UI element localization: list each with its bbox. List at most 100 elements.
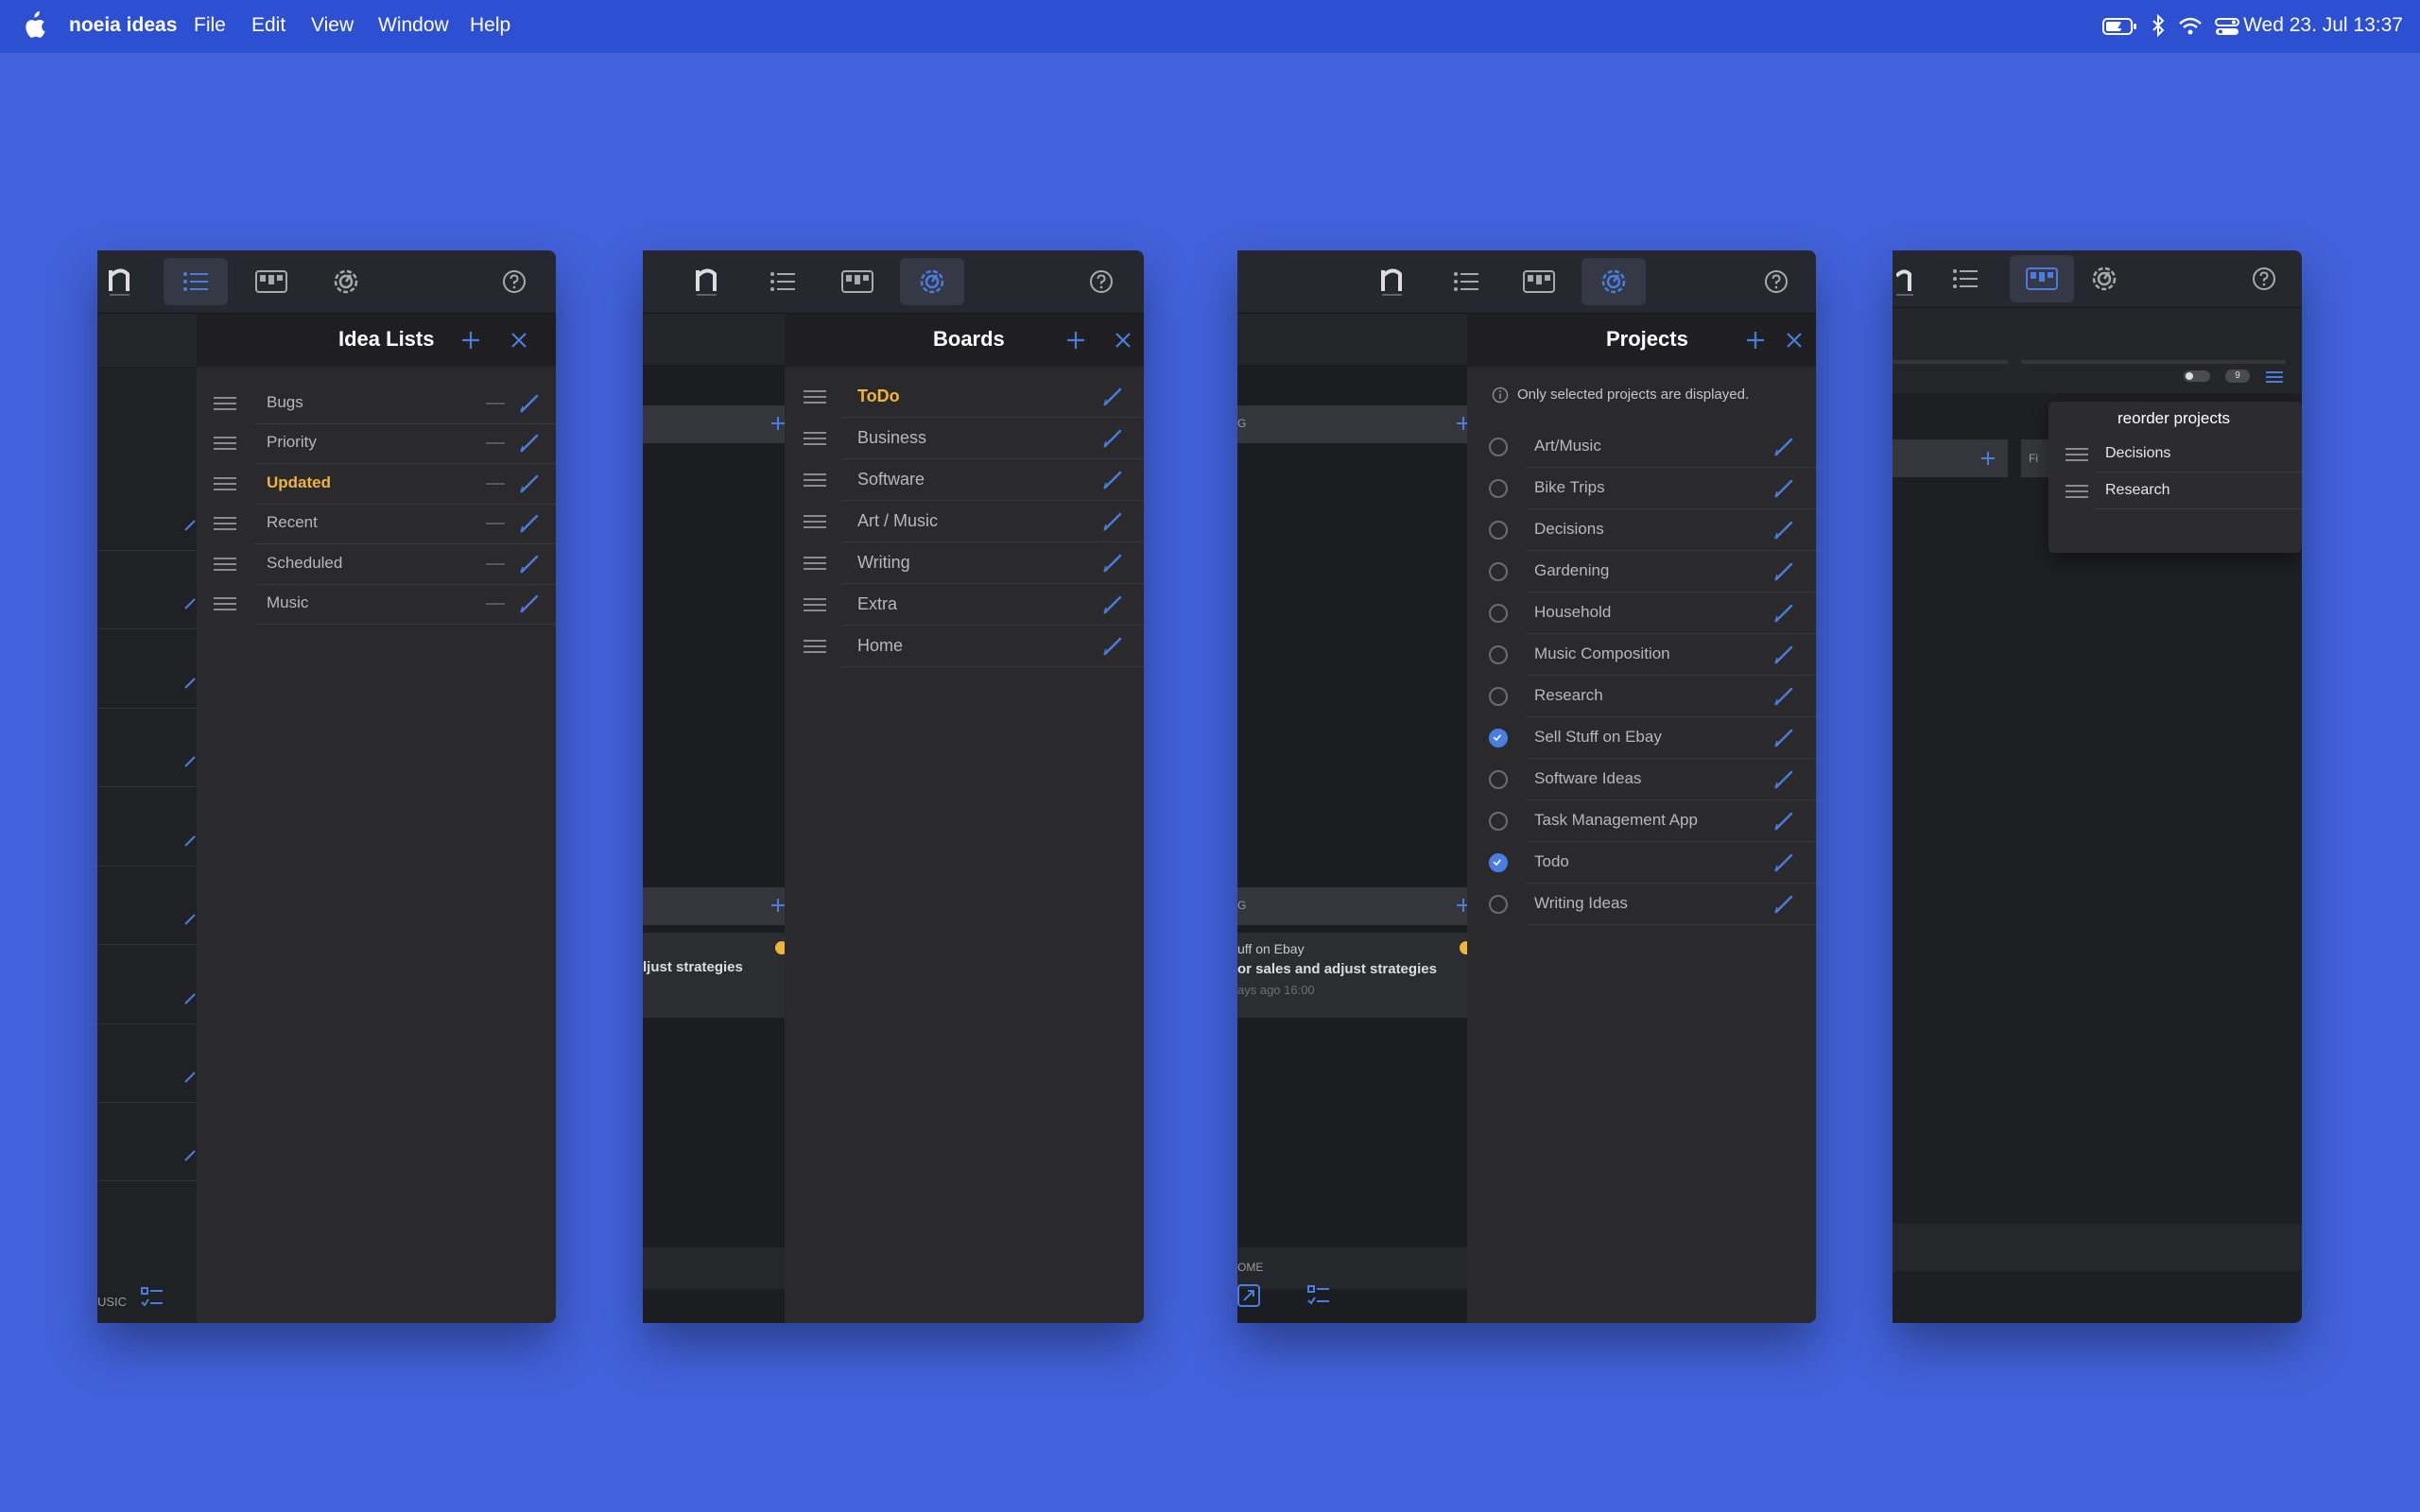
help-button[interactable] <box>1744 258 1808 305</box>
list-item[interactable]: Bike Trips <box>1467 468 1816 509</box>
list-item[interactable]: Software <box>785 459 1144 501</box>
edit-pencil-icon[interactable] <box>1102 470 1123 490</box>
list-item[interactable]: Gardening <box>1467 551 1816 593</box>
drag-handle-icon[interactable] <box>214 557 236 572</box>
add-button[interactable] <box>457 326 485 354</box>
menu-edit[interactable]: Edit <box>251 14 285 37</box>
edit-pencil-icon[interactable] <box>1773 520 1794 541</box>
tab-projects[interactable] <box>1582 258 1646 305</box>
help-button[interactable] <box>482 258 546 305</box>
list-item[interactable]: Extra <box>785 584 1144 626</box>
edit-pencil-icon[interactable] <box>519 393 540 414</box>
menu-clock[interactable]: Wed 23. Jul 13:37 <box>2243 14 2403 37</box>
background-card[interactable]: ljust strategies <box>643 933 788 1018</box>
list-item[interactable]: Research <box>1467 676 1816 717</box>
edit-pencil-icon[interactable] <box>1773 437 1794 457</box>
radio-button[interactable] <box>1489 770 1508 789</box>
edit-pencil-icon[interactable] <box>1773 603 1794 624</box>
app-menu-name[interactable]: noeia ideas <box>69 14 177 37</box>
checked-radio-icon[interactable] <box>1489 729 1508 747</box>
radio-button[interactable] <box>1489 562 1508 581</box>
edit-pencil-icon[interactable] <box>1773 686 1794 707</box>
close-button[interactable] <box>1109 326 1137 354</box>
drag-handle-icon[interactable] <box>804 389 826 404</box>
edit-pencil-icon[interactable] <box>519 554 540 575</box>
noeia-logo-icon[interactable] <box>97 258 143 305</box>
radio-button[interactable] <box>1489 521 1508 540</box>
list-item[interactable]: Priority <box>197 422 556 465</box>
list-item[interactable]: Decisions <box>2048 436 2302 472</box>
list-item[interactable]: Scheduled <box>197 543 556 585</box>
minus-icon[interactable] <box>486 442 505 445</box>
edit-pencil-icon[interactable] <box>1102 594 1123 615</box>
edit-pencil-icon[interactable] <box>1102 387 1123 407</box>
pencil-icon[interactable] <box>184 1072 196 1083</box>
drag-handle-icon[interactable] <box>804 639 826 654</box>
close-button[interactable] <box>505 326 533 354</box>
list-item[interactable]: Recent <box>197 503 556 545</box>
radio-button[interactable] <box>1489 479 1508 498</box>
bluetooth-icon[interactable] <box>2150 13 2167 40</box>
edit-pencil-icon[interactable] <box>1102 428 1123 449</box>
noeia-logo-icon[interactable] <box>1360 258 1425 305</box>
tab-idea-lists[interactable] <box>1434 258 1498 305</box>
edit-pencil-icon[interactable] <box>519 433 540 454</box>
list-item[interactable]: Business <box>785 418 1144 459</box>
control-center-icon[interactable] <box>2214 13 2240 40</box>
list-item[interactable]: Bugs <box>197 383 556 424</box>
radio-button[interactable] <box>1489 604 1508 623</box>
list-item[interactable]: ToDo <box>785 376 1144 418</box>
list-item[interactable]: Writing <box>785 542 1144 584</box>
checklist-icon[interactable] <box>141 1286 164 1309</box>
pencil-icon[interactable] <box>184 914 196 925</box>
tab-boards[interactable] <box>825 258 890 305</box>
radio-button[interactable] <box>1489 812 1508 831</box>
minus-icon[interactable] <box>486 482 505 485</box>
edit-pencil-icon[interactable] <box>1773 644 1794 665</box>
list-item[interactable]: Writing Ideas <box>1467 884 1816 925</box>
tab-idea-lists[interactable] <box>1933 255 1997 302</box>
drag-handle-icon[interactable] <box>214 516 236 531</box>
radio-button[interactable] <box>1489 895 1508 914</box>
list-item[interactable]: Todo <box>1467 842 1816 884</box>
radio-button[interactable] <box>1489 687 1508 706</box>
add-card-icon[interactable] <box>770 416 786 431</box>
edit-pencil-icon[interactable] <box>1102 553 1123 574</box>
edit-pencil-icon[interactable] <box>519 473 540 494</box>
help-button[interactable] <box>1069 258 1133 305</box>
list-item[interactable]: Software Ideas <box>1467 759 1816 800</box>
add-card-icon[interactable] <box>1979 450 1996 467</box>
minus-icon[interactable] <box>486 403 505 404</box>
list-item[interactable]: Household <box>1467 593 1816 634</box>
radio-button[interactable] <box>1489 438 1508 456</box>
pencil-icon[interactable] <box>184 756 196 767</box>
drag-handle-icon[interactable] <box>804 431 826 446</box>
expand-icon[interactable] <box>1237 1284 1260 1307</box>
drag-handle-icon[interactable] <box>804 472 826 488</box>
edit-pencil-icon[interactable] <box>1773 478 1794 499</box>
close-button[interactable] <box>1780 326 1808 354</box>
pencil-icon[interactable] <box>184 678 196 689</box>
drag-handle-icon[interactable] <box>214 396 236 411</box>
list-item[interactable]: Updated <box>197 463 556 505</box>
help-button[interactable] <box>2232 255 2296 302</box>
minus-icon[interactable] <box>486 562 505 565</box>
pencil-icon[interactable] <box>184 993 196 1005</box>
drag-handle-icon[interactable] <box>804 514 826 529</box>
edit-pencil-icon[interactable] <box>519 513 540 534</box>
battery-icon[interactable] <box>2102 13 2138 40</box>
menu-view[interactable]: View <box>311 14 354 37</box>
checked-radio-icon[interactable] <box>1489 853 1508 872</box>
list-item[interactable]: Art/Music <box>1467 426 1816 468</box>
menu-file[interactable]: File <box>194 14 226 37</box>
edit-pencil-icon[interactable] <box>1773 852 1794 873</box>
tab-projects[interactable] <box>900 258 964 305</box>
radio-button[interactable] <box>1489 645 1508 664</box>
list-item[interactable]: Research <box>2048 472 2302 509</box>
menu-window[interactable]: Window <box>378 14 449 37</box>
pencil-icon[interactable] <box>184 835 196 847</box>
count-badge[interactable]: 9 <box>2225 369 2250 383</box>
background-card[interactable]: uff on Ebay or sales and adjust strategi… <box>1237 933 1473 1018</box>
edit-pencil-icon[interactable] <box>1102 511 1123 532</box>
edit-pencil-icon[interactable] <box>1773 811 1794 832</box>
